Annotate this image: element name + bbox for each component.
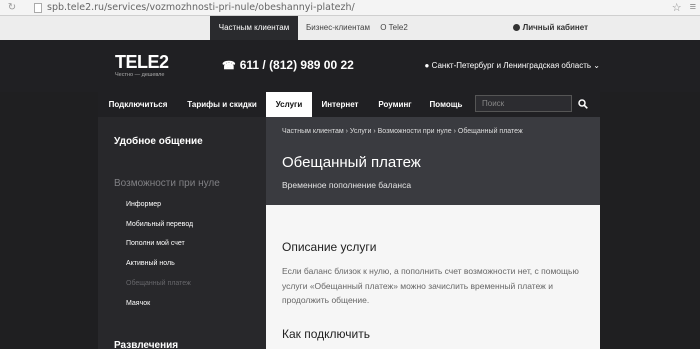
tab-business-clients[interactable]: Бизнес-клиентам [302,16,374,40]
url-text: spb.tele2.ru/services/vozmozhnosti-pri-n… [47,2,355,13]
refresh-icon[interactable]: ↻ [0,2,24,13]
nav-connect[interactable]: Подключиться [98,92,178,117]
search-input[interactable]: Поиск [475,95,572,112]
bookmark-star-icon[interactable]: ☆ [672,1,682,14]
sidebar-item-promised-payment[interactable]: Обещанный платеж [126,280,191,287]
sidebar-item-informer[interactable]: Информер [126,201,161,208]
sidebar-item-mobile-transfer[interactable]: Мобильный перевод [126,221,193,228]
breadcrumb[interactable]: Частным клиентам › Услуги › Возможности … [282,128,523,135]
sidebar: Удобное общение Возможности при нуле Инф… [98,117,266,349]
browser-address-bar: ↻ spb.tele2.ru/services/vozmozhnosti-pri… [0,0,700,16]
tab-private-clients[interactable]: Частным клиентам [210,16,298,40]
phone-number: ☎ 611 / (812) 989 00 22 [222,58,354,72]
phone-text: 611 / (812) 989 00 22 [239,58,354,72]
logo-text: TELE2 [115,52,169,72]
sidebar-item-beacon[interactable]: Маячок [126,300,150,307]
user-icon [512,24,520,31]
tele2-logo[interactable]: TELE2 Честно — дешевле [115,53,169,78]
nav-internet[interactable]: Интернет [312,92,368,117]
how-to-connect-heading: Как подключить [282,327,370,341]
account-link[interactable]: Личный кабинет [512,16,588,40]
sidebar-item-active-zero[interactable]: Активный ноль [126,260,175,267]
sidebar-section-zero-balance[interactable]: Возможности при нуле [114,178,220,189]
logo-slogan: Честно — дешевле [115,72,165,78]
tab-about-tele2[interactable]: О Tele2 [376,16,412,40]
sidebar-section-communication[interactable]: Удобное общение [114,136,203,147]
site-header: TELE2 Честно — дешевле ☎ 611 / (812) 989 … [0,40,700,92]
location-pin-icon: ● [424,61,430,70]
nav-roaming[interactable]: Роуминг [368,92,422,117]
content-header: Частным клиентам › Услуги › Возможности … [266,117,600,205]
page-subtitle: Временное пополнение баланса [282,180,412,190]
nav-help[interactable]: Помощь [422,92,470,117]
search-icon[interactable] [572,95,594,112]
region-selector[interactable]: ● Санкт-Петербург и Ленинградская област… [425,61,600,70]
account-label: Личный кабинет [522,23,588,32]
description-heading: Описание услуги [282,240,377,254]
main-nav: Подключиться Тарифы и скидки Услуги Инте… [98,92,600,117]
nav-tariffs[interactable]: Тарифы и скидки [178,92,266,117]
top-bar: Частным клиентам Бизнес-клиентам О Tele2… [0,16,700,40]
url-field[interactable]: spb.tele2.ru/services/vozmozhnosti-pri-n… [34,2,355,14]
content-body: Описание услуги Если баланс близок к нул… [266,205,600,349]
nav-services[interactable]: Услуги [266,92,312,117]
page-title: Обещанный платеж [282,154,421,171]
menu-icon[interactable]: ≡ [690,1,696,14]
page-icon [34,2,42,13]
sidebar-section-entertainment[interactable]: Развлечения [114,340,178,349]
phone-icon: ☎ [222,60,236,72]
description-text: Если баланс близок к нулю, а пополнить с… [282,266,579,305]
region-label: Санкт-Петербург и Ленинградская область [431,61,592,70]
chevron-down-icon: ⌄ [593,61,600,70]
sidebar-item-top-up-my-account[interactable]: Пополни мой счет [126,240,185,247]
